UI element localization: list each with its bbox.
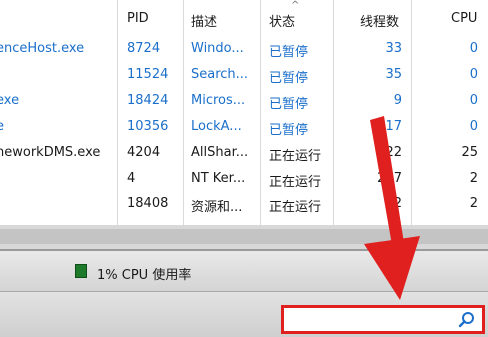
cell-threads: 33 bbox=[385, 41, 402, 56]
cell-pid: 11524 bbox=[127, 67, 169, 82]
column-header-cpu[interactable]: CPU bbox=[451, 11, 477, 26]
cell-threads: 17 bbox=[385, 119, 402, 134]
cell-description: Windo... bbox=[191, 41, 244, 56]
cell-description: NT Ker... bbox=[191, 171, 246, 186]
search-input[interactable] bbox=[286, 310, 456, 329]
horizontal-scrollbar[interactable] bbox=[0, 225, 488, 249]
cell-cpu: 0 bbox=[469, 93, 478, 108]
cell-description: Search... bbox=[191, 67, 249, 82]
cell-cpu: 25 bbox=[461, 145, 478, 160]
cell-cpu: 2 bbox=[469, 196, 478, 211]
cell-pid: 4204 bbox=[127, 145, 161, 160]
cell-description: LockA... bbox=[191, 119, 242, 134]
search-box[interactable] bbox=[281, 305, 485, 334]
cell-status: 已暂停 bbox=[269, 71, 309, 86]
scrollbar-thumb[interactable] bbox=[0, 229, 488, 244]
column-divider[interactable] bbox=[333, 0, 334, 225]
column-divider[interactable] bbox=[183, 0, 184, 225]
process-table: PID 描述 状态 ^ 线程数 CPU enceHost.exe 8724 Wind… bbox=[0, 0, 488, 225]
cell-description: AllShar... bbox=[191, 145, 249, 160]
cell-status: 正在运行 bbox=[269, 149, 322, 164]
cell-name: exe bbox=[0, 93, 20, 108]
cell-threads: 207 bbox=[377, 171, 402, 186]
cell-cpu: 0 bbox=[469, 67, 478, 82]
cell-cpu: 0 bbox=[469, 119, 478, 134]
cell-name: enceHost.exe bbox=[0, 41, 85, 56]
column-header-status[interactable]: 状态 bbox=[269, 11, 295, 30]
cell-threads: 9 bbox=[393, 93, 402, 108]
column-divider[interactable] bbox=[260, 0, 261, 225]
cell-pid: 18408 bbox=[127, 196, 169, 211]
cpu-usage-icon bbox=[75, 264, 87, 278]
cell-status: 正在运行 bbox=[269, 200, 322, 215]
cell-pid: 8724 bbox=[127, 41, 161, 56]
cell-pid: 18424 bbox=[127, 93, 169, 108]
cell-status: 正在运行 bbox=[269, 175, 322, 190]
cell-description: Micros... bbox=[191, 93, 246, 108]
cell-name: e bbox=[0, 119, 106, 134]
column-header-pid[interactable]: PID bbox=[127, 11, 149, 26]
column-divider[interactable] bbox=[117, 0, 118, 225]
sort-up-icon: ^ bbox=[291, 0, 300, 11]
cell-status: 已暂停 bbox=[269, 123, 309, 138]
cell-pid: 4 bbox=[127, 171, 136, 186]
column-divider[interactable] bbox=[411, 0, 412, 225]
cell-description: 资源和... bbox=[191, 200, 243, 215]
cell-threads: 22 bbox=[385, 196, 402, 211]
column-header-description[interactable]: 描述 bbox=[191, 11, 217, 30]
cpu-usage-label: 1% CPU 使用率 bbox=[97, 268, 192, 283]
status-bar bbox=[0, 251, 488, 291]
cell-cpu: 0 bbox=[469, 41, 478, 56]
cell-threads: 35 bbox=[385, 67, 402, 82]
column-header-threads[interactable]: 线程数 bbox=[360, 11, 399, 30]
cell-status: 已暂停 bbox=[269, 45, 309, 60]
cell-name: neworkDMS.exe bbox=[0, 145, 101, 160]
cell-threads: 22 bbox=[385, 145, 402, 160]
cell-pid: 10356 bbox=[127, 119, 169, 134]
cell-status: 已暂停 bbox=[269, 97, 309, 112]
cell-cpu: 2 bbox=[469, 171, 478, 186]
search-icon[interactable] bbox=[457, 310, 477, 330]
